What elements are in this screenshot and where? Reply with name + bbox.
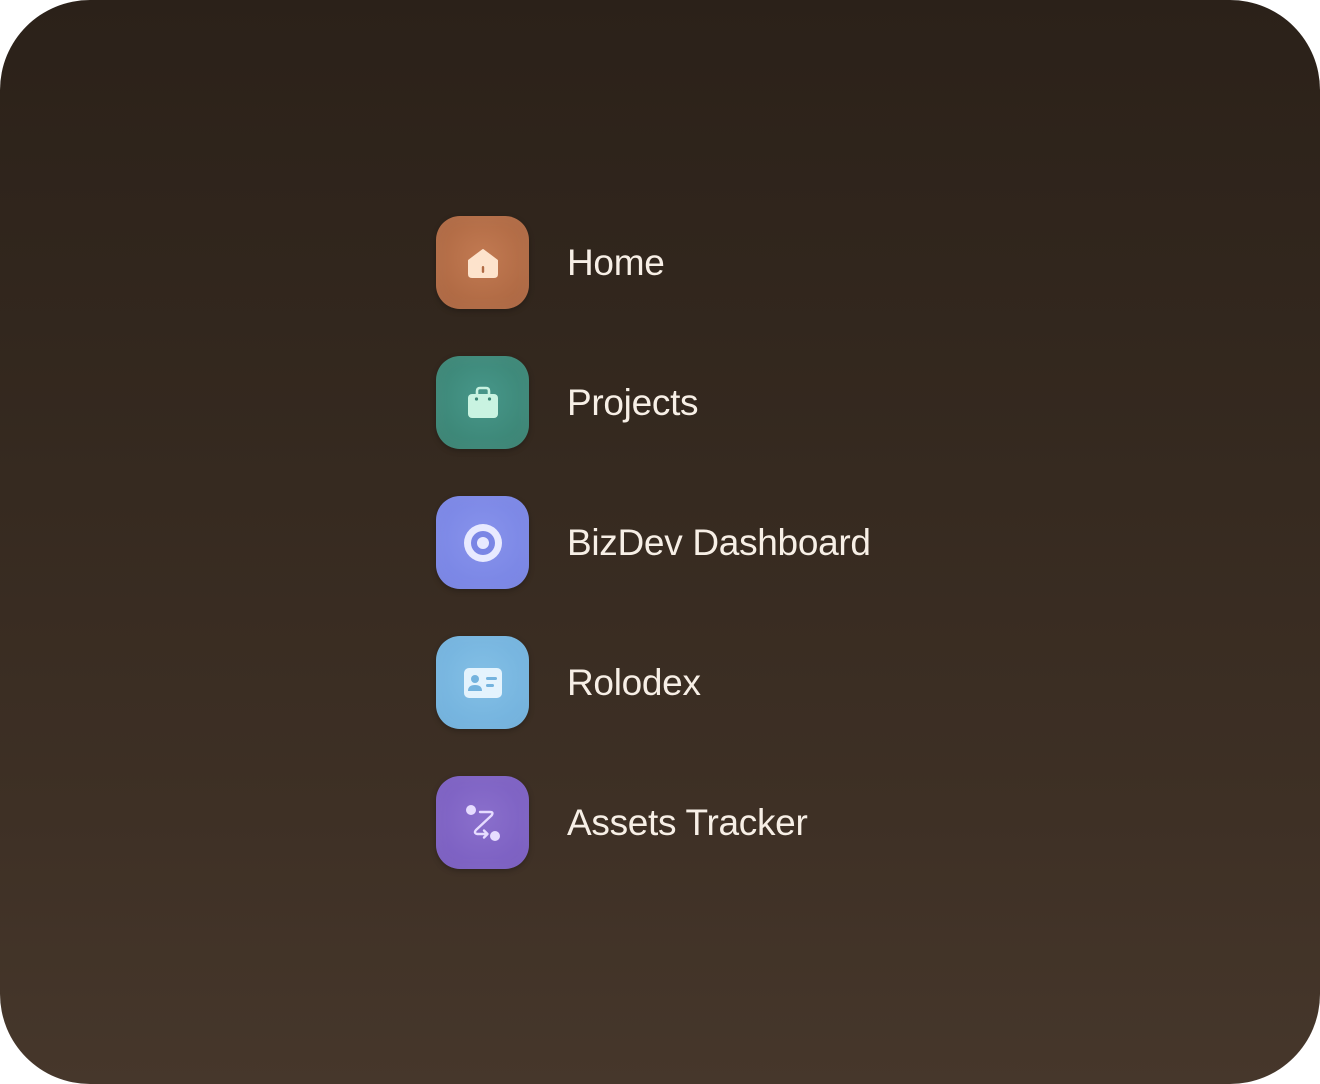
- target-icon: [436, 496, 529, 589]
- nav-label-rolodex: Rolodex: [567, 661, 701, 703]
- nav-list: Home Projects BizDev Dashboard Rolodex A…: [436, 216, 871, 869]
- nav-item-home[interactable]: Home: [436, 216, 871, 309]
- nav-label-assets-tracker: Assets Tracker: [567, 801, 808, 843]
- nav-item-rolodex[interactable]: Rolodex: [436, 636, 871, 729]
- route-icon: [436, 776, 529, 869]
- nav-item-assets-tracker[interactable]: Assets Tracker: [436, 776, 871, 869]
- contact-card-icon: [436, 636, 529, 729]
- home-icon: [436, 216, 529, 309]
- nav-label-home: Home: [567, 241, 665, 283]
- nav-label-bizdev-dashboard: BizDev Dashboard: [567, 521, 871, 563]
- briefcase-icon: [436, 356, 529, 449]
- app-switcher-panel: Home Projects BizDev Dashboard Rolodex A…: [0, 0, 1320, 1084]
- nav-item-projects[interactable]: Projects: [436, 356, 871, 449]
- nav-label-projects: Projects: [567, 381, 699, 423]
- nav-item-bizdev-dashboard[interactable]: BizDev Dashboard: [436, 496, 871, 589]
